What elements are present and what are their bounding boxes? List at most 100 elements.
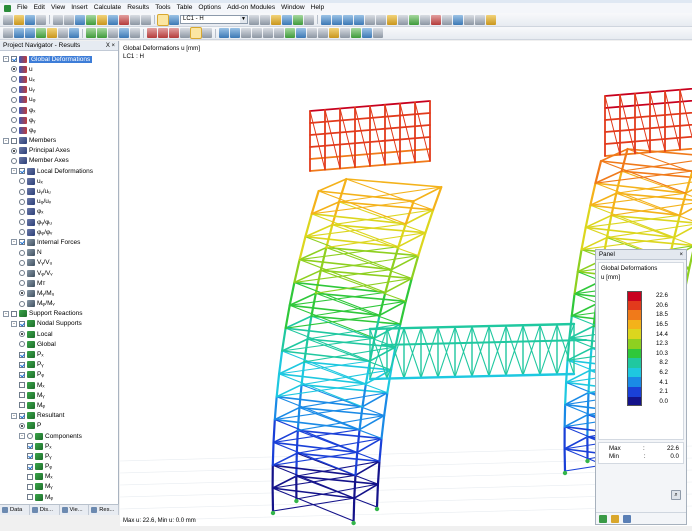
coordinate-system-icon[interactable]: [219, 28, 229, 38]
tab-views[interactable]: Vie...: [60, 505, 90, 515]
tree-checkbox[interactable]: [19, 168, 25, 175]
zoom-all-icon[interactable]: [376, 14, 386, 25]
tree-checkbox[interactable]: [19, 239, 25, 246]
tree-item[interactable]: Mₓ: [0, 472, 118, 482]
clipping-plane-icon[interactable]: [296, 28, 306, 38]
help-icon[interactable]: [373, 28, 383, 38]
tree-item[interactable]: uᵧ/uᵤ: [0, 186, 118, 196]
tree-checkbox[interactable]: [27, 463, 33, 470]
tree-item[interactable]: u: [0, 64, 118, 74]
tree-radio[interactable]: [19, 259, 25, 266]
load-case-select[interactable]: LC1 - H ▼: [180, 15, 248, 24]
view-y-icon[interactable]: [343, 14, 353, 25]
tree-item[interactable]: N: [0, 248, 118, 258]
tree-item[interactable]: - Local Deformations: [0, 166, 118, 176]
info-icon[interactable]: [362, 28, 372, 38]
expand-icon[interactable]: -: [3, 56, 9, 63]
tree-item[interactable]: φᵧ/φᵤ: [0, 217, 118, 227]
expand-icon[interactable]: -: [11, 320, 17, 327]
tree-checkbox[interactable]: [19, 382, 25, 389]
mesh-icon[interactable]: [409, 14, 419, 25]
tab-results[interactable]: Res...: [89, 505, 119, 515]
tree-item[interactable]: Mₓ: [0, 380, 118, 390]
tree-radio[interactable]: [11, 107, 17, 114]
tree-checkbox[interactable]: [27, 483, 33, 490]
save-icon[interactable]: [25, 14, 35, 25]
menu-options[interactable]: Options: [195, 3, 224, 13]
grid-icon[interactable]: [230, 28, 240, 38]
tree-radio[interactable]: [11, 117, 17, 124]
color-scale-icon[interactable]: [599, 514, 607, 523]
line-icon[interactable]: [25, 28, 35, 38]
tree-item[interactable]: - Support Reactions: [0, 309, 118, 319]
comment-icon[interactable]: [274, 28, 284, 38]
move-icon[interactable]: [453, 14, 463, 25]
menu-file[interactable]: File: [14, 3, 31, 13]
member-load-icon[interactable]: [158, 28, 168, 38]
calculate-icon[interactable]: [86, 14, 96, 25]
tree-item[interactable]: Global: [0, 339, 118, 349]
tree-item[interactable]: Mᵧ/Mᵤ: [0, 288, 118, 298]
tree-checkbox[interactable]: [11, 137, 17, 144]
filter-icon[interactable]: [623, 514, 631, 523]
line-support-icon[interactable]: [97, 28, 107, 38]
tree-item[interactable]: Mᵩ/Mᵥ: [0, 299, 118, 309]
expand-icon[interactable]: -: [11, 412, 17, 419]
tree-item[interactable]: Pᵧ: [0, 451, 118, 461]
tree-item[interactable]: - Internal Forces: [0, 237, 118, 247]
undo-icon[interactable]: [53, 14, 63, 25]
copy-icon[interactable]: [442, 14, 452, 25]
load-icon[interactable]: [130, 14, 140, 25]
navigator-controls[interactable]: Χ ×: [106, 41, 115, 51]
member-icon[interactable]: [36, 28, 46, 38]
tree-item[interactable]: uₓ: [0, 176, 118, 186]
tree-checkbox[interactable]: [19, 320, 25, 327]
tab-data[interactable]: Data: [0, 505, 30, 515]
hinge-icon[interactable]: [108, 28, 118, 38]
material-icon[interactable]: [130, 28, 140, 38]
tree-radio[interactable]: [19, 229, 25, 236]
surface-icon[interactable]: [47, 28, 57, 38]
rotate-icon[interactable]: [464, 14, 474, 25]
close-icon[interactable]: ×: [679, 250, 683, 260]
tree-item[interactable]: Pᵩ: [0, 462, 118, 472]
tree-radio[interactable]: [19, 188, 25, 195]
tree-checkbox[interactable]: [19, 392, 25, 399]
snap-icon[interactable]: [241, 28, 251, 38]
tree-checkbox[interactable]: [27, 494, 33, 501]
tree-radio[interactable]: [19, 290, 25, 297]
tree-radio[interactable]: [19, 270, 25, 277]
zoom-icon[interactable]: ⌕: [671, 490, 681, 500]
open-icon[interactable]: [14, 14, 24, 25]
tree-item[interactable]: φᵩ: [0, 125, 118, 135]
tree-item[interactable]: - Nodal Supports: [0, 319, 118, 329]
tree-item[interactable]: Mᴛ: [0, 278, 118, 288]
tree-radio[interactable]: [19, 341, 25, 348]
next-icon[interactable]: [260, 14, 270, 25]
tree-item[interactable]: Vᵩ/Vᵥ: [0, 268, 118, 278]
expand-icon[interactable]: -: [11, 239, 17, 246]
tree-radio[interactable]: [27, 433, 33, 440]
tree-item[interactable]: - Members: [0, 136, 118, 146]
tree-checkbox[interactable]: [27, 443, 33, 450]
result-display-icon[interactable]: [190, 27, 202, 39]
tree-radio[interactable]: [19, 178, 25, 185]
tree-item[interactable]: Mᵧ: [0, 482, 118, 492]
zoom-icon[interactable]: [365, 14, 375, 25]
tree-item[interactable]: - Components: [0, 431, 118, 441]
menu-add-on-modules[interactable]: Add-on Modules: [224, 3, 278, 13]
tree-checkbox[interactable]: [27, 473, 33, 480]
tree-item[interactable]: φᵧ: [0, 115, 118, 125]
menu-calculate[interactable]: Calculate: [91, 3, 125, 13]
tree-item[interactable]: Pᵩ: [0, 370, 118, 380]
previous-icon[interactable]: [249, 14, 259, 25]
solid-icon[interactable]: [58, 28, 68, 38]
guide-line-icon[interactable]: [252, 28, 262, 38]
tree-radio[interactable]: [19, 208, 25, 215]
tree-item[interactable]: φₓ: [0, 207, 118, 217]
tree-radio[interactable]: [19, 280, 25, 287]
tree-checkbox[interactable]: [19, 412, 25, 419]
tree-radio[interactable]: [19, 198, 25, 205]
tree-radio[interactable]: [19, 300, 25, 307]
animation-icon[interactable]: [202, 28, 212, 38]
